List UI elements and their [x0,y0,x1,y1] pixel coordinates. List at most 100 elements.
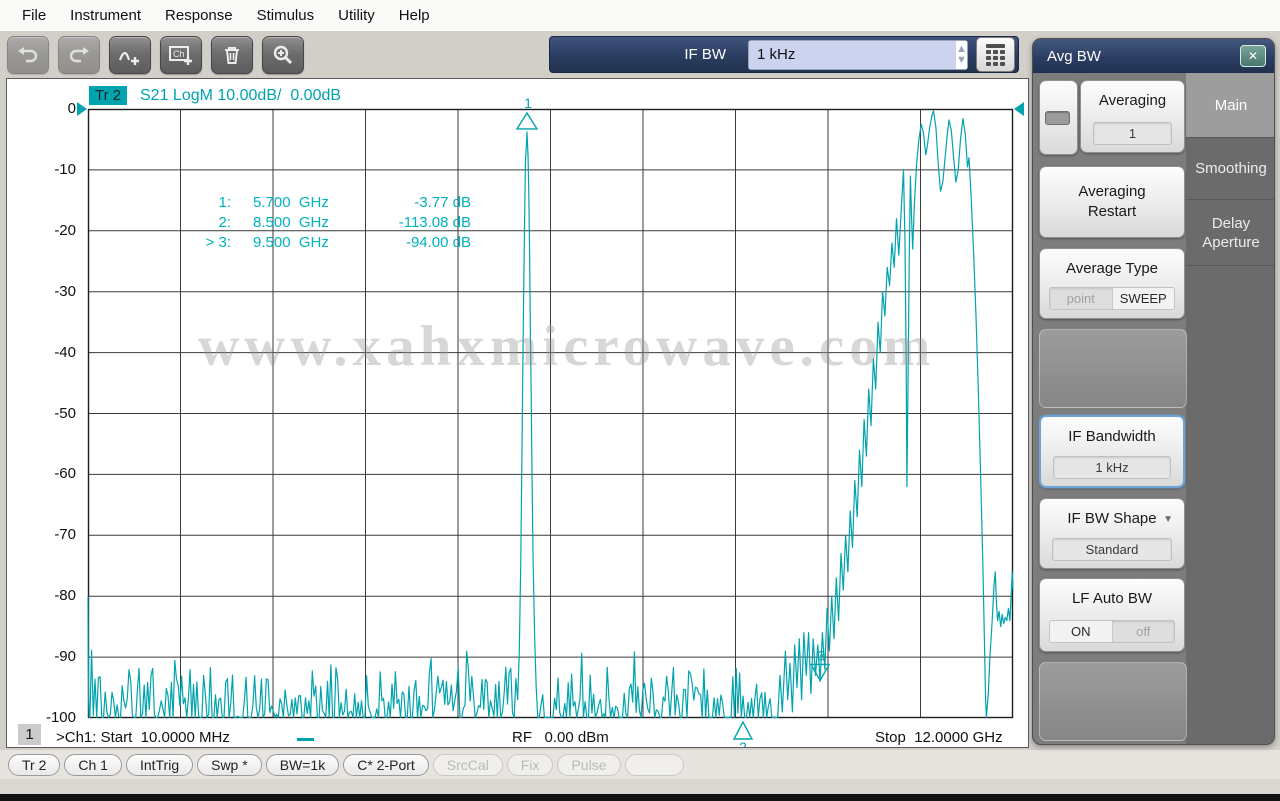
tab-main[interactable]: Main [1186,73,1274,138]
trace-color-dash [297,738,314,741]
undo-icon [16,44,40,66]
status-bw-1k[interactable]: BW=1k [265,753,340,776]
status-strip [0,779,1280,794]
rf-power-label[interactable]: RF 0.00 dBm [512,729,609,746]
if-bandwidth-button[interactable]: IF Bandwidth 1 kHz [1039,415,1185,488]
marker-1-freq: 5.700 GHz [253,194,329,211]
if-bw-input[interactable] [749,40,956,69]
svg-text:Ch: Ch [173,49,185,59]
undo-button [7,36,49,74]
menu-item-stimulus[interactable]: Stimulus [245,7,327,24]
menu-item-utility[interactable]: Utility [326,7,387,24]
averaging-restart-label: Averaging Restart [1078,183,1146,220]
status-ch-1[interactable]: Ch 1 [64,753,122,776]
y-tick-label: -50 [54,404,76,422]
average-type-sweep[interactable]: SWEEP [1111,288,1174,309]
marker-3-level: -94.00 dB [405,234,471,251]
status-srccal[interactable]: SrcCal [432,753,503,776]
y-tick-label: 0 [67,100,76,117]
vna-application-window: File Instrument Response Stimulus Utility Hel… [0,0,1280,801]
status-empty[interactable] [624,753,684,776]
status-fix[interactable]: Fix [506,753,554,776]
stop-frequency-label[interactable]: Stop 12.0000 GHz [875,729,1003,746]
lf-auto-bw-off[interactable]: off [1111,621,1175,642]
status-inttrig[interactable]: IntTrig [125,753,194,776]
menu-item-instrument[interactable]: Instrument [58,7,153,24]
status-tr-2[interactable]: Tr 2 [8,753,61,776]
redo-button [58,36,100,74]
if-bw-spinner[interactable]: ▲ ▼ [956,40,967,69]
marker-readout-row: 2: 8.500 GHz -113.08 dB [161,213,471,233]
marker-1-id: 1: [218,194,231,211]
if-bw-label: IF BW [684,46,726,63]
chevron-down-icon: ▼ [1163,514,1173,525]
add-channel-button[interactable]: Ch [160,36,202,74]
marker-2-level: -113.08 dB [398,214,471,231]
delete-icon [221,44,243,66]
marker-2-id: 2: [218,214,231,231]
y-tick-label: -60 [54,465,76,483]
zoom-button[interactable] [262,36,304,74]
if-bandwidth-label: IF Bandwidth [1068,428,1156,445]
menu-item-response[interactable]: Response [153,7,245,24]
lf-auto-bw-segmented: ON off [1049,620,1175,643]
keypad-button[interactable] [976,37,1015,72]
trace-markers: 1 2 3 [515,95,831,748]
marker-readout: 1: 5.700 GHz -3.77 dB 2: 8.500 GHz -113.… [161,193,471,253]
keypad-icon [986,43,1005,66]
lf-auto-bw-button[interactable]: LF Auto BW ON off [1039,578,1185,652]
channel-badge[interactable]: 1 [18,724,41,745]
lf-auto-bw-on[interactable]: ON [1050,621,1112,642]
averaging-button[interactable]: Averaging 1 [1080,80,1185,153]
panel-tab-column: Main Smoothing Delay Aperture [1186,73,1274,744]
marker-1-level: -3.77 dB [414,194,471,211]
zoom-icon [271,44,295,66]
trace-badge[interactable]: Tr 2 [89,86,128,105]
marker-2-freq: 8.500 GHz [253,214,329,231]
averaging-restart-button[interactable]: Averaging Restart [1039,166,1185,238]
delete-button[interactable] [211,36,253,74]
average-type-label: Average Type [1065,260,1158,277]
if-bandwidth-value: 1 kHz [1053,456,1171,479]
menu-item-file[interactable]: File [10,7,58,24]
trace-title: S21 LogM 10.00dB/ 0.00dB [140,87,342,104]
if-bw-entry-bar: IF BW ▲ ▼ [549,36,1019,73]
toolbar-buttons: Ch [7,36,304,74]
spinner-up-icon[interactable]: ▲ [956,44,967,55]
status-swp-[interactable]: Swp * [197,753,262,776]
tab-delay-aperture[interactable]: Delay Aperture [1186,200,1274,266]
y-tick-label: -20 [54,221,76,239]
marker-3-freq: 9.500 GHz [253,234,329,251]
tab-smoothing[interactable]: Smoothing [1186,138,1274,200]
averaging-value: 1 [1093,122,1172,145]
window-bottom-edge [0,794,1280,801]
blank-softkey [1039,329,1187,408]
spinner-down-icon[interactable]: ▼ [956,55,967,66]
menu-item-help[interactable]: Help [387,7,442,24]
status-pulse[interactable]: Pulse [557,753,621,776]
if-bw-input-group: ▲ ▼ [748,39,968,70]
start-frequency-label[interactable]: >Ch1: Start 10.0000 MHz [56,729,230,746]
marker-1[interactable]: 1 [515,95,539,130]
marker-readout-row: 1: 5.700 GHz -3.77 dB [161,193,471,213]
if-bw-shape-value: Standard [1052,538,1172,561]
averaging-toggle-button[interactable] [1039,80,1078,155]
avg-bw-panel: Avg BW ✕ Main Smoothing Delay Aperture A… [1032,38,1275,745]
svg-text:2: 2 [739,739,747,748]
svg-text:3: 3 [817,647,825,663]
marker-3-id: > 3: [205,234,231,251]
plot-area: Tr 2 S21 LogM 10.00dB/ 0.00dB 0 -10 -20 -30… [6,78,1029,748]
close-icon[interactable]: ✕ [1240,45,1266,67]
marker-readout-row: > 3: 9.500 GHz -94.00 dB [161,233,471,253]
add-trace-icon [117,44,143,66]
y-tick-label: -10 [54,160,76,178]
blank-softkey [1039,662,1187,741]
toggle-indicator-icon [1045,111,1070,125]
if-bw-shape-button[interactable]: IF BW Shape ▼ Standard [1039,498,1185,569]
average-type-segmented: point SWEEP [1049,287,1175,310]
average-type-point[interactable]: point [1050,288,1112,309]
average-type-button[interactable]: Average Type point SWEEP [1039,248,1185,319]
marker-2[interactable]: 2 [732,720,754,748]
add-trace-button[interactable] [109,36,151,74]
status-c-2-port[interactable]: C* 2-Port [343,753,429,776]
